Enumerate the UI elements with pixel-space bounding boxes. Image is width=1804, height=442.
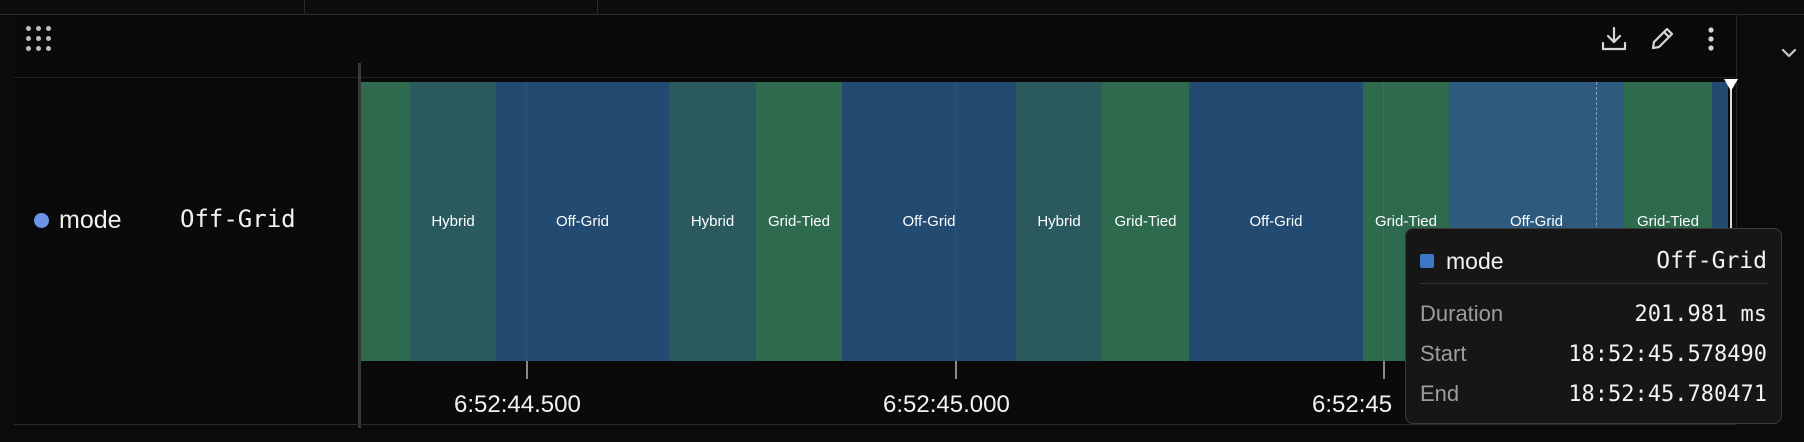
state-segment[interactable]: Off-Grid: [842, 82, 1016, 361]
tooltip-series-value: Off-Grid: [1656, 248, 1767, 274]
grid-line: [1383, 82, 1384, 361]
hover-tooltip: mode Off-Grid Duration 201.981 ms Start …: [1405, 228, 1782, 424]
pencil-icon[interactable]: [1645, 22, 1679, 56]
tooltip-key: End: [1420, 381, 1460, 406]
axis-tick-label: 6:52:44.500: [454, 391, 581, 418]
grip-dots-icon[interactable]: [26, 26, 56, 56]
state-segment[interactable]: Off-Grid: [1189, 82, 1363, 361]
tooltip-key: Start: [1420, 341, 1467, 366]
tooltip-row-end: End 18:52:45.780471: [1420, 379, 1767, 409]
state-segment[interactable]: Hybrid: [1016, 82, 1102, 361]
series-name: mode: [59, 206, 122, 234]
tooltip-value: 18:52:45.578490: [1568, 341, 1767, 367]
state-segment[interactable]: [361, 82, 410, 361]
grid-line: [955, 82, 956, 361]
axis-tick: [526, 361, 528, 379]
tooltip-header: mode Off-Grid: [1420, 246, 1767, 276]
more-vertical-icon[interactable]: [1694, 22, 1728, 56]
tooltip-value: 201.981 ms: [1634, 301, 1767, 327]
tab[interactable]: [304, 0, 598, 14]
state-segment[interactable]: Hybrid: [410, 82, 496, 361]
top-tab-strip: [0, 0, 1804, 15]
download-icon[interactable]: [1597, 22, 1631, 56]
series-current-value: Off-Grid: [180, 205, 296, 233]
panel-bottom-border: [14, 424, 1736, 425]
series-color-dot: [34, 213, 49, 228]
tooltip-row-duration: Duration 201.981 ms: [1420, 299, 1767, 329]
state-segment[interactable]: Hybrid: [669, 82, 756, 361]
chevron-down-icon[interactable]: [1776, 40, 1802, 66]
axis-tick: [955, 361, 957, 379]
tooltip-row-start: Start 18:52:45.578490: [1420, 339, 1767, 369]
tooltip-value: 18:52:45.780471: [1568, 381, 1767, 407]
state-segment[interactable]: Grid-Tied: [756, 82, 842, 361]
tooltip-series-name: mode: [1446, 247, 1504, 274]
state-segment[interactable]: Off-Grid: [496, 82, 669, 361]
axis-tick-label: 6:52:45: [1312, 391, 1393, 418]
tooltip-color-swatch: [1420, 254, 1434, 268]
time-end-marker[interactable]: [1724, 79, 1738, 91]
grid-line: [526, 82, 527, 361]
tooltip-divider: [1420, 283, 1767, 284]
axis-tick-label: 6:52:45.000: [883, 391, 1010, 418]
tab-divider: [597, 0, 599, 14]
header-divider: [14, 77, 1736, 78]
series-label[interactable]: mode: [34, 206, 122, 235]
tooltip-key: Duration: [1420, 301, 1504, 326]
axis-tick: [1383, 361, 1385, 379]
state-segment[interactable]: Grid-Tied: [1102, 82, 1189, 361]
